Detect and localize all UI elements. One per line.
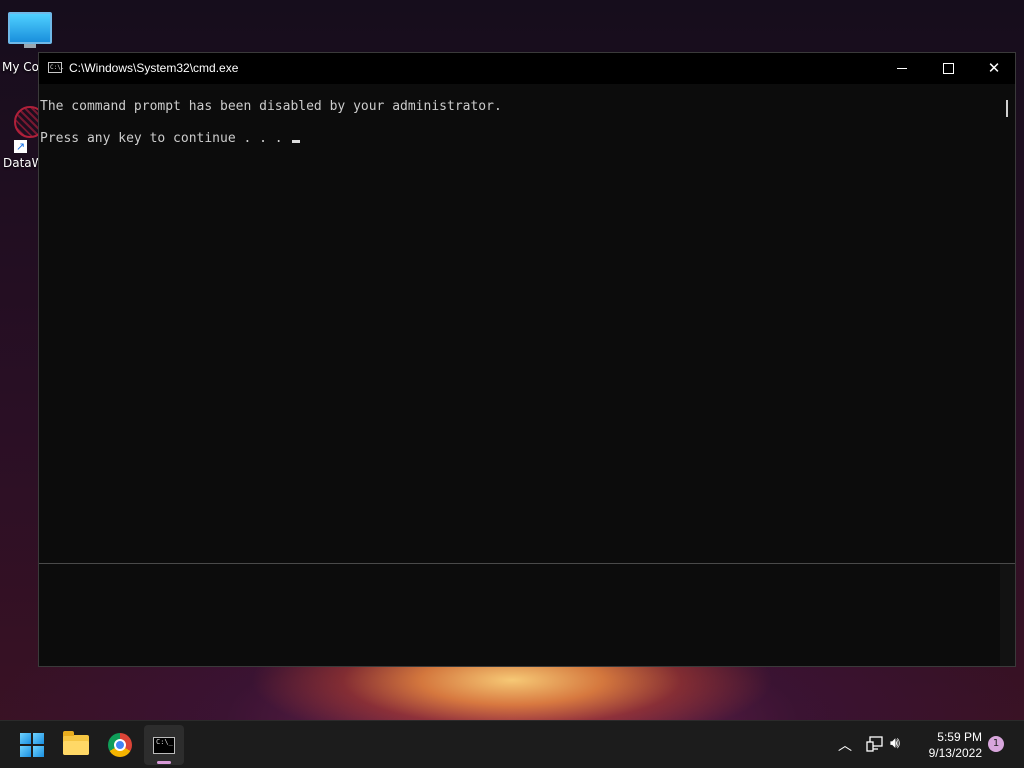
active-app-indicator	[157, 761, 171, 764]
chrome-button[interactable]	[100, 725, 140, 765]
file-explorer-button[interactable]	[56, 725, 96, 765]
minimize-button[interactable]	[879, 53, 925, 84]
lower-scrollbar-track	[1000, 564, 1015, 666]
console-line: The command prompt has been disabled by …	[40, 99, 502, 114]
taskbar: C:\_ ︿ 🔊︎ 5:59 PM 9/13/2022 1	[0, 720, 1024, 768]
start-button[interactable]	[12, 725, 52, 765]
close-button[interactable]: ✕	[971, 53, 1017, 84]
cmd-window[interactable]: C:\. C:\Windows\System32\cmd.exe ✕ The c…	[38, 52, 1016, 667]
chrome-icon	[108, 733, 132, 757]
clock-time: 5:59 PM	[937, 730, 982, 744]
scrollbar-thumb[interactable]	[1006, 100, 1008, 117]
console-line: Press any key to continue . . .	[40, 131, 291, 146]
console-line-prompt: Press any key to continue . . .	[40, 131, 301, 146]
maximize-icon	[942, 63, 954, 74]
text-cursor	[292, 140, 301, 143]
chevron-up-icon[interactable]: ︿	[838, 735, 852, 755]
notification-badge[interactable]: 1	[988, 736, 1004, 752]
file-explorer-icon	[63, 731, 89, 755]
desktop-icon-my-computer[interactable]: My Co	[0, 8, 60, 74]
cmd-icon: C:\_	[153, 736, 175, 754]
vertical-scrollbar[interactable]	[1000, 84, 1015, 563]
start-icon	[20, 733, 44, 757]
computer-icon	[8, 12, 52, 48]
console-lower-area	[39, 564, 1000, 666]
desktop-icon-label: My Co	[2, 60, 39, 74]
maximize-button[interactable]	[925, 53, 971, 84]
title-bar[interactable]: C:\. C:\Windows\System32\cmd.exe ✕	[39, 53, 1015, 84]
console-output[interactable]: The command prompt has been disabled by …	[39, 84, 1000, 563]
minimize-icon	[897, 68, 907, 69]
volume-icon[interactable]: 🔊︎	[890, 733, 900, 753]
clock-date: 9/13/2022	[928, 746, 982, 760]
network-icon[interactable]	[866, 735, 884, 753]
shortcut-arrow-icon: ↗	[14, 140, 27, 153]
close-icon: ✕	[987, 59, 1001, 77]
window-title: C:\Windows\System32\cmd.exe	[69, 61, 239, 75]
cmd-taskbar-button[interactable]: C:\_	[144, 725, 184, 765]
clock[interactable]: 5:59 PM 9/13/2022	[916, 729, 982, 761]
cmd-app-icon: C:\.	[48, 62, 65, 73]
